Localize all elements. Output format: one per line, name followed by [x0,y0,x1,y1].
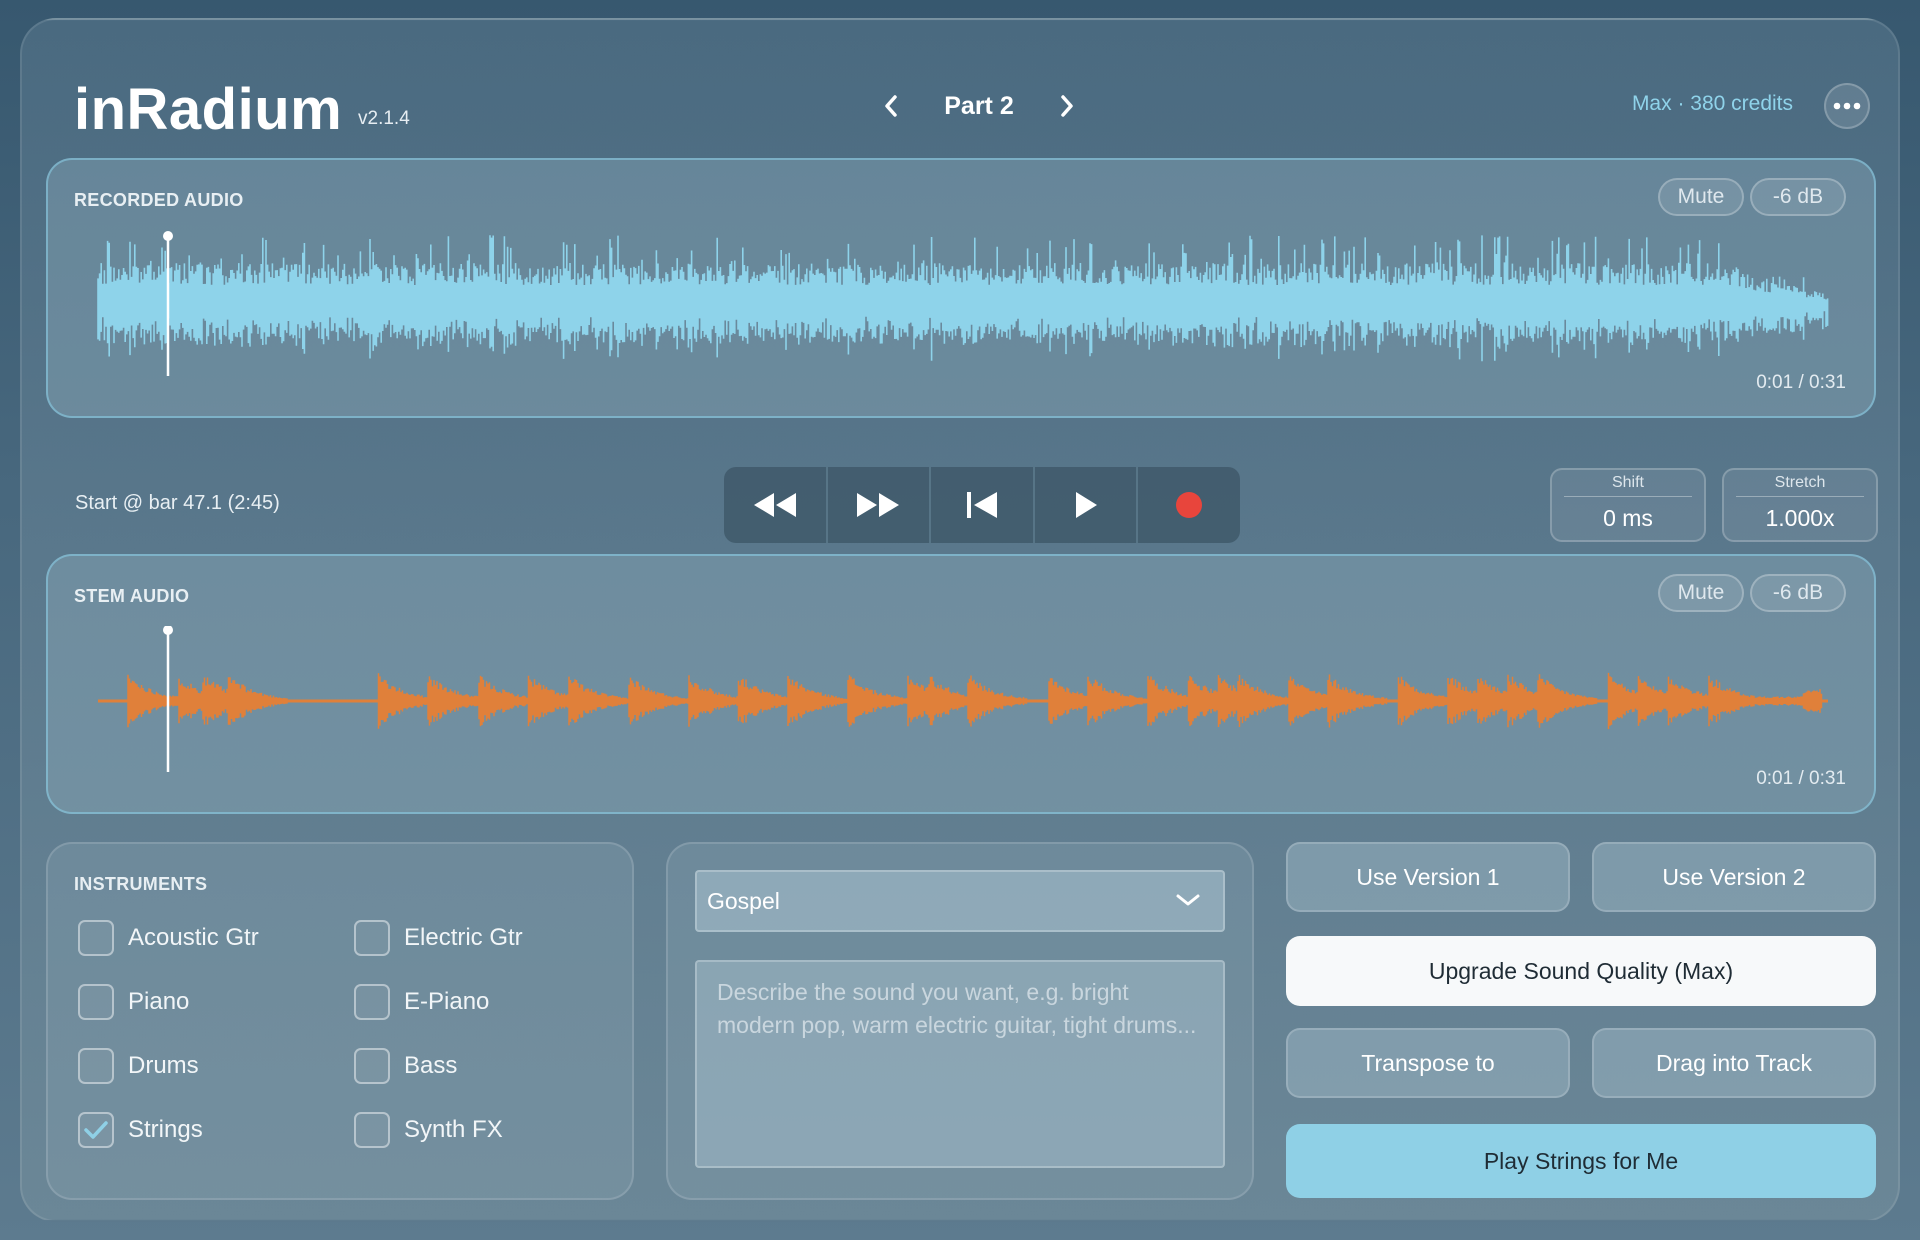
skip-to-start-button[interactable] [931,467,1035,543]
stem-waveform-shape [127,672,1823,730]
instrument-label: Strings [128,1116,203,1143]
play-button[interactable] [1035,467,1139,543]
instrument-option[interactable]: Bass [354,1048,457,1084]
genre-select[interactable]: Gospel [695,870,1225,932]
checkbox[interactable] [354,920,390,956]
stretch-label: Stretch [1736,474,1864,497]
stretch-value: 1.000x [1765,505,1835,531]
part-label: Part 2 [944,91,1014,120]
instrument-label: Piano [128,988,190,1015]
more-horizontal-icon [1833,102,1861,110]
instrument-label: Acoustic Gtr [128,924,259,951]
part-navigator: Part 2 [874,86,1084,126]
rewind-icon [753,493,796,517]
checkmark-icon [84,1121,108,1139]
instrument-option[interactable]: Electric Gtr [354,920,523,956]
recorded-gain-button[interactable]: -6 dB [1750,178,1846,216]
instrument-option[interactable]: E-Piano [354,984,489,1020]
stem-timecode: 0:01 / 0:31 [1756,768,1846,789]
skip-back-icon [966,492,997,518]
instrument-option[interactable]: Acoustic Gtr [78,920,259,956]
prompt-panel: Gospel Describe the sound you want, e.g.… [666,842,1254,1200]
recorded-playhead-handle [163,231,173,241]
app-window: inRadium v2.1.4 Part 2 Max · 380 credits… [20,18,1900,1222]
credits-link[interactable]: Max · 380 credits [1632,92,1793,116]
checkbox[interactable] [78,1112,114,1148]
instrument-label: E-Piano [404,988,490,1015]
stem-audio-label: STEM AUDIO [74,586,190,606]
instrument-option[interactable]: Piano [78,984,189,1020]
play-strings-button[interactable]: Play Strings for Me [1286,1124,1876,1198]
shift-value: 0 ms [1603,505,1653,531]
chevron-left-icon [885,95,897,117]
use-version-1-button[interactable]: Use Version 1 [1286,842,1570,912]
prev-part-button[interactable] [874,86,908,126]
stem-waveform[interactable] [88,626,1848,776]
instrument-option[interactable]: Strings [78,1112,203,1148]
recorded-audio-panel: RECORDED AUDIO Mute -6 dB 0:01 / 0:31 [46,158,1876,418]
record-button[interactable] [1138,467,1240,543]
recorded-waveform-shape [97,235,1829,362]
genre-value: Gospel [707,887,780,914]
stem-gain-button[interactable]: -6 dB [1750,574,1846,612]
instrument-label: Drums [128,1052,199,1079]
use-version-2-button[interactable]: Use Version 2 [1592,842,1876,912]
upgrade-quality-button[interactable]: Upgrade Sound Quality (Max) [1286,936,1876,1006]
instrument-label: Synth FX [404,1116,503,1143]
fast-forward-icon [857,493,900,517]
app-title: inRadium [74,77,343,142]
recorded-waveform[interactable] [88,230,1848,380]
checkbox[interactable] [78,1048,114,1084]
stem-audio-panel: STEM AUDIO Mute -6 dB 0:01 / 0:31 [46,554,1876,814]
play-icon [1075,492,1097,518]
stretch-control[interactable]: Stretch 1.000x [1722,468,1878,542]
next-part-button[interactable] [1050,86,1084,126]
chevron-down-icon [1176,894,1200,906]
stem-playhead-handle [163,626,173,635]
more-options-button[interactable] [1824,83,1870,129]
instrument-label: Bass [404,1052,458,1079]
sound-description-input[interactable]: Describe the sound you want, e.g. bright… [695,960,1225,1168]
checkbox[interactable] [78,920,114,956]
checkbox[interactable] [354,1048,390,1084]
instruments-panel: INSTRUMENTS Acoustic Gtr Electric Gtr Pi… [46,842,634,1200]
app-version: v2.1.4 [358,108,410,129]
transpose-button[interactable]: Transpose to [1286,1028,1570,1098]
start-position-text: Start @ bar 47.1 (2:45) [75,492,280,514]
drag-into-track-button[interactable]: Drag into Track [1592,1028,1876,1098]
checkbox[interactable] [354,984,390,1020]
shift-control[interactable]: Shift 0 ms [1550,468,1706,542]
instruments-label: INSTRUMENTS [74,874,208,894]
fast-forward-button[interactable] [828,467,932,543]
transport-controls [724,467,1240,543]
record-icon [1176,492,1203,518]
instrument-option[interactable]: Synth FX [354,1112,503,1148]
instrument-label: Electric Gtr [404,924,523,951]
shift-label: Shift [1564,474,1692,497]
recorded-audio-label: RECORDED AUDIO [74,190,244,210]
rewind-button[interactable] [724,467,828,543]
checkbox[interactable] [78,984,114,1020]
chevron-right-icon [1061,95,1073,117]
stem-mute-button[interactable]: Mute [1658,574,1744,612]
checkbox[interactable] [354,1112,390,1148]
recorded-mute-button[interactable]: Mute [1658,178,1744,216]
instrument-option[interactable]: Drums [78,1048,199,1084]
recorded-timecode: 0:01 / 0:31 [1756,372,1846,393]
